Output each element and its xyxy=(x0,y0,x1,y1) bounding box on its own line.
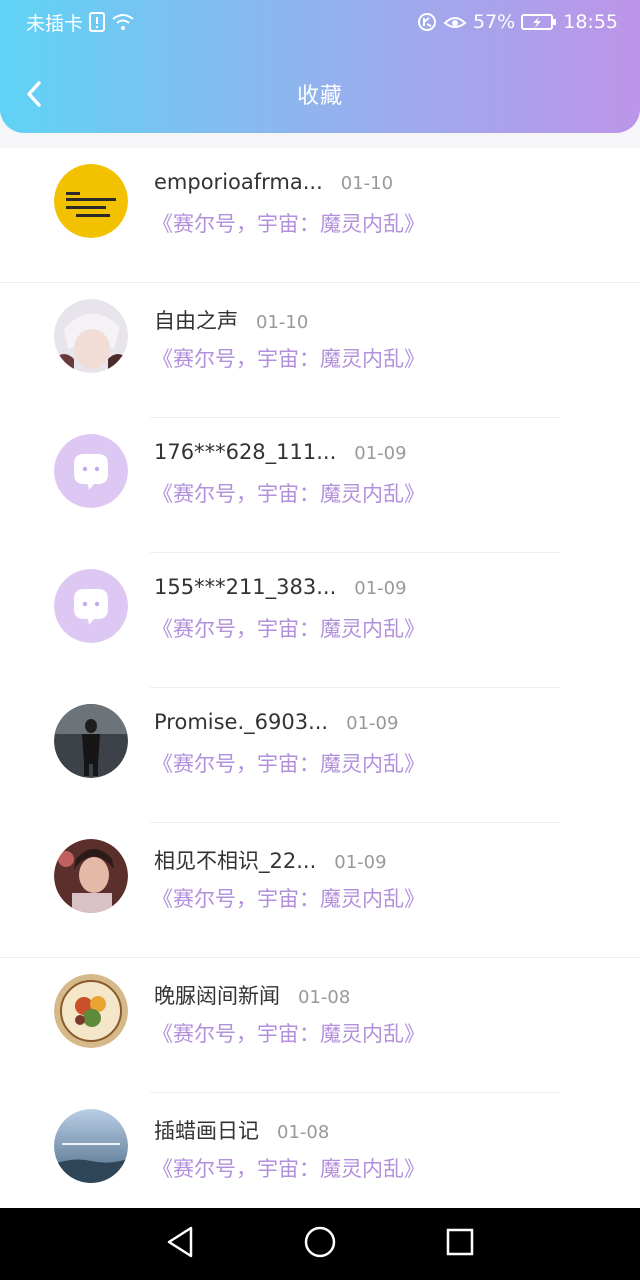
favorite-date: 01-10 xyxy=(256,312,309,333)
food-plate-avatar xyxy=(54,974,128,1048)
system-nav-bar xyxy=(0,1208,640,1280)
nav-recents-button[interactable] xyxy=(430,1214,490,1274)
list-item[interactable]: 晚脲闼间新闻 01-08 《赛尔号，宇宙：魔灵内乱》 xyxy=(0,958,640,1093)
book-title[interactable]: 《赛尔号，宇宙：魔灵内乱》 xyxy=(152,208,425,238)
list-item[interactable]: emporioafrma... 01-10 《赛尔号，宇宙：魔灵内乱》 xyxy=(0,148,640,283)
clock-time: 18:55 xyxy=(563,11,618,33)
list-item[interactable]: 相见不相识_22... 01-09 《赛尔号，宇宙：魔灵内乱》 xyxy=(0,823,640,958)
signal-hd-icon xyxy=(417,12,437,32)
list-item[interactable]: 155***211_383... 01-09 《赛尔号，宇宙：魔灵内乱》 xyxy=(0,553,640,688)
favorite-date: 01-09 xyxy=(354,578,407,599)
favorite-date: 01-10 xyxy=(340,173,394,194)
favorite-date: 01-09 xyxy=(354,443,407,464)
user-name: 插蜡画日记 xyxy=(154,1119,259,1143)
favorites-list: emporioafrma... 01-10 《赛尔号，宇宙：魔灵内乱》 自由之声… xyxy=(0,148,640,1208)
circle-home-icon xyxy=(303,1225,337,1263)
status-bar: 未插卡 57% 18:55 xyxy=(0,0,640,44)
list-item[interactable]: 插蜡画日记 01-08 《赛尔号，宇宙：魔灵内乱》 xyxy=(0,1093,640,1208)
favorite-date: 01-08 xyxy=(277,1122,330,1143)
user-name: 155***211_383... xyxy=(154,575,337,599)
book-title[interactable]: 《赛尔号，宇宙：魔灵内乱》 xyxy=(152,478,425,508)
portrait-avatar xyxy=(54,839,128,913)
user-name: 自由之声 xyxy=(154,309,238,333)
user-name: emporioafrma... xyxy=(154,170,323,194)
user-name: 176***628_111... xyxy=(154,440,337,464)
list-item[interactable]: 176***628_111... 01-09 《赛尔号，宇宙：魔灵内乱》 xyxy=(0,418,640,553)
dark-figure-avatar xyxy=(54,704,128,778)
carrier-label: 未插卡 xyxy=(26,12,84,35)
book-title[interactable]: 《赛尔号，宇宙：魔灵内乱》 xyxy=(152,1018,425,1048)
sim-alert-icon xyxy=(89,12,106,32)
book-title[interactable]: 《赛尔号，宇宙：魔灵内乱》 xyxy=(152,343,425,373)
favorite-date: 01-09 xyxy=(334,852,387,873)
book-title[interactable]: 《赛尔号，宇宙：魔灵内乱》 xyxy=(152,613,425,643)
square-recents-icon xyxy=(445,1227,475,1261)
favorite-date: 01-09 xyxy=(346,713,399,734)
user-name: Promise._6903... xyxy=(154,710,329,734)
battery-icon xyxy=(521,13,557,31)
book-title[interactable]: 《赛尔号，宇宙：魔灵内乱》 xyxy=(152,1153,425,1183)
nav-back-button[interactable] xyxy=(150,1214,210,1274)
default-chat-avatar xyxy=(54,569,128,643)
page-title: 收藏 xyxy=(296,84,343,109)
battery-percent: 57% xyxy=(473,11,516,33)
default-chat-avatar xyxy=(54,434,128,508)
user-name: 相见不相识_22... xyxy=(154,849,317,873)
favorite-date: 01-08 xyxy=(298,987,351,1008)
header-bar: 未插卡 57% 18:55 收藏 xyxy=(0,0,640,133)
yellow-sign-avatar xyxy=(54,164,128,238)
list-item[interactable]: Promise._6903... 01-09 《赛尔号，宇宙：魔灵内乱》 xyxy=(0,688,640,823)
nav-home-button[interactable] xyxy=(290,1214,350,1274)
wifi-icon xyxy=(111,13,135,31)
triangle-back-icon xyxy=(165,1225,195,1263)
eye-comfort-icon xyxy=(443,13,467,31)
anime-boy-avatar xyxy=(54,299,128,373)
book-title[interactable]: 《赛尔号，宇宙：魔灵内乱》 xyxy=(152,883,425,913)
book-title[interactable]: 《赛尔号，宇宙：魔灵内乱》 xyxy=(152,748,425,778)
sky-avatar xyxy=(54,1109,128,1183)
user-name: 晚脲闼间新闻 xyxy=(154,984,280,1008)
list-item[interactable]: 自由之声 01-10 《赛尔号，宇宙：魔灵内乱》 xyxy=(0,283,640,418)
